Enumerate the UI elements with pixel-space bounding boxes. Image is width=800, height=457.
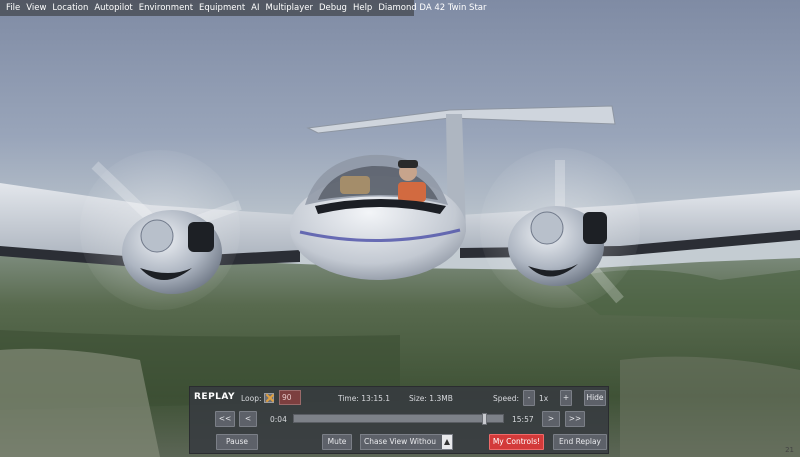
forward-fast-button[interactable]: >>	[565, 411, 585, 427]
slider-handle[interactable]	[482, 413, 487, 425]
menu-autopilot[interactable]: Autopilot	[91, 0, 135, 16]
menu-debug[interactable]: Debug	[316, 0, 350, 16]
view-select-value: Chase View Withou	[364, 437, 437, 446]
speed-increase-button[interactable]: +	[560, 390, 572, 406]
end-time: 15:57	[512, 415, 534, 424]
menu-file[interactable]: File	[3, 0, 23, 16]
menu-view[interactable]: View	[23, 0, 49, 16]
menu-location[interactable]: Location	[49, 0, 91, 16]
menu-help[interactable]: Help	[350, 0, 375, 16]
chevron-up-icon	[442, 435, 452, 449]
view-select[interactable]: Chase View Withou	[360, 434, 453, 450]
speed-decrease-button[interactable]: -	[523, 390, 535, 406]
hide-button[interactable]: Hide	[584, 390, 606, 406]
menu-aircraft[interactable]: Diamond DA 42 Twin Star	[375, 0, 489, 16]
start-time: 0:04	[270, 415, 287, 424]
loop-label: Loop:	[241, 394, 262, 403]
end-replay-button[interactable]: End Replay	[553, 434, 607, 450]
speed-value: 1x	[539, 394, 549, 403]
menu-multiplayer[interactable]: Multiplayer	[263, 0, 317, 16]
rewind-button[interactable]: <	[239, 411, 257, 427]
speed-label: Speed:	[493, 394, 520, 403]
forward-button[interactable]: >	[542, 411, 560, 427]
loop-checkbox[interactable]	[264, 393, 274, 403]
my-controls-button[interactable]: My Controls!	[489, 434, 544, 450]
replay-position-slider[interactable]	[293, 413, 504, 425]
menu-equipment[interactable]: Equipment	[196, 0, 248, 16]
replay-title: REPLAY	[194, 392, 236, 402]
fps-counter: 21	[785, 446, 794, 454]
time-readout: Time: 13:15.1	[338, 394, 391, 403]
mute-button[interactable]: Mute	[322, 434, 352, 450]
loop-duration-input[interactable]: 90	[279, 390, 301, 405]
menu-bar: File View Location Autopilot Environment…	[0, 0, 486, 16]
menu-ai[interactable]: AI	[248, 0, 262, 16]
pause-button[interactable]: Pause	[216, 434, 258, 450]
size-readout: Size: 1.3MB	[409, 394, 453, 403]
menu-environment[interactable]: Environment	[136, 0, 196, 16]
replay-dialog: REPLAY Loop: 90 Time: 13:15.1 Size: 1.3M…	[189, 386, 609, 454]
rewind-fast-button[interactable]: <<	[215, 411, 235, 427]
